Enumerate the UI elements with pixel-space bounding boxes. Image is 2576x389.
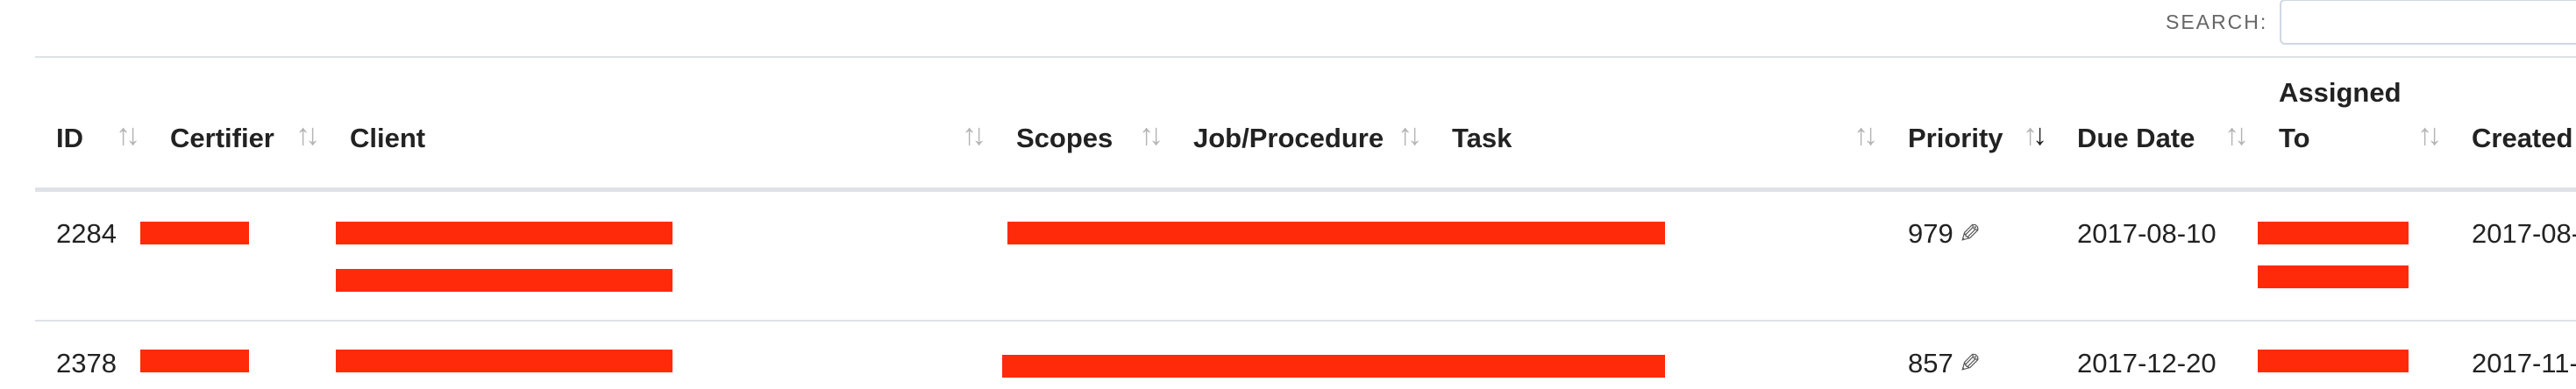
cell-client[interactable] xyxy=(329,189,995,322)
cell-certifier xyxy=(140,321,329,389)
redacted-block xyxy=(140,221,249,244)
redacted-block xyxy=(140,350,249,372)
cell-id: 2284 xyxy=(35,189,149,322)
cell-due-date: 2017-12-20 xyxy=(2077,348,2217,378)
redacted-block xyxy=(2258,221,2409,244)
sort-desc-icon[interactable]: ↑↓ xyxy=(2023,112,2047,158)
table-header-row: ID ↑↓ Certifier ↑↓ Client ↑↓ Scopes ↑↓ Job/P… xyxy=(35,58,2576,192)
column-header-priority[interactable]: Priority ↑↓ xyxy=(1887,58,2056,192)
cell-client[interactable] xyxy=(329,321,995,389)
sort-icon[interactable]: ↑↓ xyxy=(1139,112,1163,158)
column-header-certifier[interactable]: Certifier ↑↓ xyxy=(149,58,329,192)
search-input[interactable] xyxy=(2280,0,2576,45)
cell-priority[interactable]: 979 ✎ xyxy=(1887,189,2056,322)
redacted-block xyxy=(1002,355,1665,378)
sort-icon[interactable]: ↑↓ xyxy=(1854,112,1878,158)
cell-assigned-to xyxy=(2258,189,2451,322)
column-header-job-procedure[interactable]: Job/Procedure ↑↓ xyxy=(1172,58,1431,192)
column-header-due-date[interactable]: Due Date ↑↓ xyxy=(2056,58,2258,192)
cell-assigned-to xyxy=(2258,321,2451,389)
sort-icon[interactable]: ↑↓ xyxy=(962,112,986,158)
column-header-scopes[interactable]: Scopes ↑↓ xyxy=(995,58,1172,192)
redacted-block xyxy=(2258,265,2409,288)
column-header-client[interactable]: Client ↑↓ xyxy=(329,58,995,192)
redacted-block xyxy=(2258,350,2409,372)
data-table-page: SEARCH: ID ↑↓ Certifier ↑↓ Client ↑↓ Scopes… xyxy=(0,0,2576,389)
column-header-id[interactable]: ID ↑↓ xyxy=(35,58,149,192)
sort-icon[interactable]: ↑↓ xyxy=(2224,112,2249,158)
jobs-table: ID ↑↓ Certifier ↑↓ Client ↑↓ Scopes ↑↓ Job/P… xyxy=(35,58,2576,389)
redacted-block xyxy=(336,350,672,372)
cell-created: 2017-08-08 xyxy=(2451,189,2576,322)
cell-id: 2378 xyxy=(56,348,117,378)
cell-priority[interactable]: 857 ✎ xyxy=(1887,321,2056,389)
cell-created: 2017-11-23 xyxy=(2472,348,2576,378)
column-header-assigned-to[interactable]: Assigned To ↑↓ xyxy=(2258,58,2451,192)
column-header-task[interactable]: Task ↑↓ xyxy=(1431,58,1887,192)
pencil-icon[interactable]: ✎ xyxy=(1959,219,1981,250)
cell-scopes xyxy=(995,189,1887,322)
cell-certifier xyxy=(140,189,329,322)
search-label: SEARCH: xyxy=(2166,10,2268,33)
table-row[interactable]: 2284 979✎ 2017-08-10 2017-08-08 xyxy=(35,189,2576,322)
sort-icon[interactable]: ↑↓ xyxy=(2417,112,2442,158)
redacted-block xyxy=(336,268,672,292)
sort-icon[interactable]: ↑↓ xyxy=(295,112,320,158)
column-header-created[interactable]: Created↑↓ xyxy=(2451,58,2576,192)
cell-due-date: 2017-08-10 xyxy=(2056,189,2258,322)
table-row[interactable]: 2378 857✎ 2017-12-20 2017-11-23 xyxy=(35,321,2576,389)
search-box: SEARCH: xyxy=(2166,0,2576,45)
redacted-block xyxy=(336,221,672,244)
sort-icon[interactable]: ↑↓ xyxy=(116,112,140,158)
pencil-icon[interactable]: ✎ xyxy=(1959,349,1981,379)
sort-icon[interactable]: ↑↓ xyxy=(1398,112,1422,158)
cell-scopes xyxy=(995,321,1887,389)
redacted-block xyxy=(1007,221,1665,244)
